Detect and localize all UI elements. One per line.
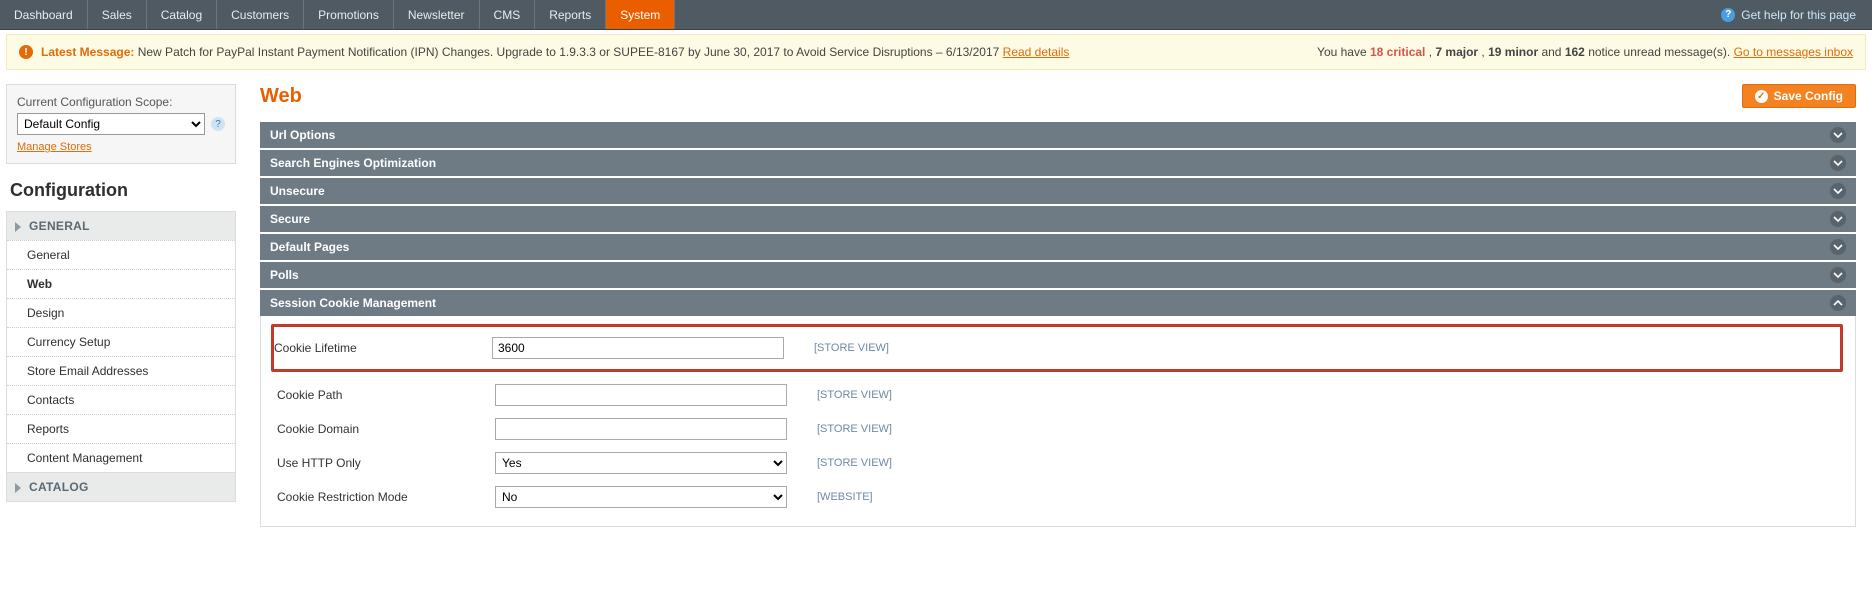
field-use-http-only[interactable]: Yes	[495, 452, 787, 474]
minor-count: 19 minor	[1488, 45, 1538, 59]
field-label-cookie-restriction-mode: Cookie Restriction Mode	[277, 490, 495, 504]
notice-count: 162	[1565, 45, 1585, 59]
field-cookie-domain[interactable]	[495, 418, 787, 440]
nav-newsletter[interactable]: Newsletter	[394, 0, 480, 29]
nav-cms[interactable]: CMS	[480, 0, 536, 29]
sidebar-item-web[interactable]: Web	[7, 269, 235, 298]
chevron-up-icon	[1830, 295, 1846, 311]
highlighted-row: Cookie Lifetime [STORE VIEW]	[271, 324, 1843, 372]
field-cookie-path[interactable]	[495, 384, 787, 406]
chevron-down-icon	[1830, 239, 1846, 255]
config-scope-box: Current Configuration Scope: Default Con…	[6, 84, 236, 164]
manage-stores-link[interactable]: Manage Stores	[17, 141, 92, 153]
section-session-cookie-management[interactable]: Session Cookie Management	[260, 290, 1856, 316]
main-content: Web ✓ Save Config Url OptionsSearch Engi…	[260, 84, 1866, 529]
top-nav: DashboardSalesCatalogCustomersPromotions…	[0, 0, 1872, 30]
scope-label: [STORE VIEW]	[817, 457, 892, 469]
help-link[interactable]: ?Get help for this page	[1705, 0, 1872, 29]
sidebar-item-content-management[interactable]: Content Management	[7, 443, 235, 472]
nav-reports[interactable]: Reports	[535, 0, 606, 29]
field-label-cookie-domain: Cookie Domain	[277, 422, 495, 436]
latest-message-text: New Patch for PayPal Instant Payment Not…	[138, 45, 1003, 59]
field-label-use-http-only: Use HTTP Only	[277, 456, 495, 470]
field-label-cookie-lifetime: Cookie Lifetime	[274, 341, 492, 355]
config-scope-select[interactable]: Default Config	[17, 113, 205, 135]
scope-label: [STORE VIEW]	[817, 423, 892, 435]
scope-label: [WEBSITE]	[817, 491, 873, 503]
chevron-down-icon	[1830, 127, 1846, 143]
chevron-down-icon	[1830, 267, 1846, 283]
major-count: 7 major	[1435, 45, 1478, 59]
help-circle-icon: ?	[1721, 8, 1735, 22]
nav-promotions[interactable]: Promotions	[304, 0, 394, 29]
sidebar: Current Configuration Scope: Default Con…	[6, 84, 236, 529]
nav-system[interactable]: System	[606, 0, 675, 29]
section-unsecure[interactable]: Unsecure	[260, 178, 1856, 204]
nav-group-catalog[interactable]: CATALOG	[7, 473, 235, 501]
field-cookie-lifetime[interactable]	[492, 337, 784, 359]
chevron-down-icon	[1830, 183, 1846, 199]
scope-label: [STORE VIEW]	[814, 342, 889, 354]
nav-dashboard[interactable]: Dashboard	[0, 0, 88, 29]
warning-icon: !	[19, 45, 33, 59]
sidebar-item-contacts[interactable]: Contacts	[7, 385, 235, 414]
section-url-options[interactable]: Url Options	[260, 122, 1856, 148]
nav-customers[interactable]: Customers	[217, 0, 304, 29]
section-search-engines-optimization[interactable]: Search Engines Optimization	[260, 150, 1856, 176]
chevron-down-icon	[1830, 211, 1846, 227]
read-details-link[interactable]: Read details	[1003, 45, 1070, 59]
msg-count-prefix: You have	[1317, 45, 1370, 59]
page-title: Web	[260, 85, 302, 108]
sidebar-item-general[interactable]: General	[7, 240, 235, 269]
check-icon: ✓	[1755, 90, 1768, 103]
sidebar-item-store-email-addresses[interactable]: Store Email Addresses	[7, 356, 235, 385]
config-scope-label: Current Configuration Scope:	[17, 95, 172, 109]
section-default-pages[interactable]: Default Pages	[260, 234, 1856, 260]
scope-label: [STORE VIEW]	[817, 389, 892, 401]
nav-catalog[interactable]: Catalog	[147, 0, 217, 29]
chevron-down-icon	[1830, 155, 1846, 171]
msg-count-suffix: notice unread message(s).	[1588, 45, 1733, 59]
section-secure[interactable]: Secure	[260, 206, 1856, 232]
critical-count: 18 critical	[1370, 45, 1425, 59]
field-label-cookie-path: Cookie Path	[277, 388, 495, 402]
field-cookie-restriction-mode[interactable]: No	[495, 486, 787, 508]
configuration-heading: Configuration	[6, 164, 236, 211]
sidebar-item-reports[interactable]: Reports	[7, 414, 235, 443]
nav-sales[interactable]: Sales	[88, 0, 147, 29]
config-nav: GENERALGeneralWebDesignCurrency SetupSto…	[6, 211, 236, 502]
section-body: Cookie Lifetime [STORE VIEW] Cookie Path [S…	[260, 316, 1856, 527]
section-polls[interactable]: Polls	[260, 262, 1856, 288]
sidebar-item-design[interactable]: Design	[7, 298, 235, 327]
nav-group-general[interactable]: GENERAL	[7, 212, 235, 240]
sidebar-item-currency-setup[interactable]: Currency Setup	[7, 327, 235, 356]
latest-message-label: Latest Message:	[41, 45, 134, 59]
help-icon[interactable]: ?	[211, 117, 225, 131]
save-config-label: Save Config	[1774, 89, 1843, 103]
save-config-button[interactable]: ✓ Save Config	[1742, 84, 1856, 108]
notification-bar: ! Latest Message: New Patch for PayPal I…	[6, 34, 1866, 70]
messages-inbox-link[interactable]: Go to messages inbox	[1734, 45, 1853, 59]
